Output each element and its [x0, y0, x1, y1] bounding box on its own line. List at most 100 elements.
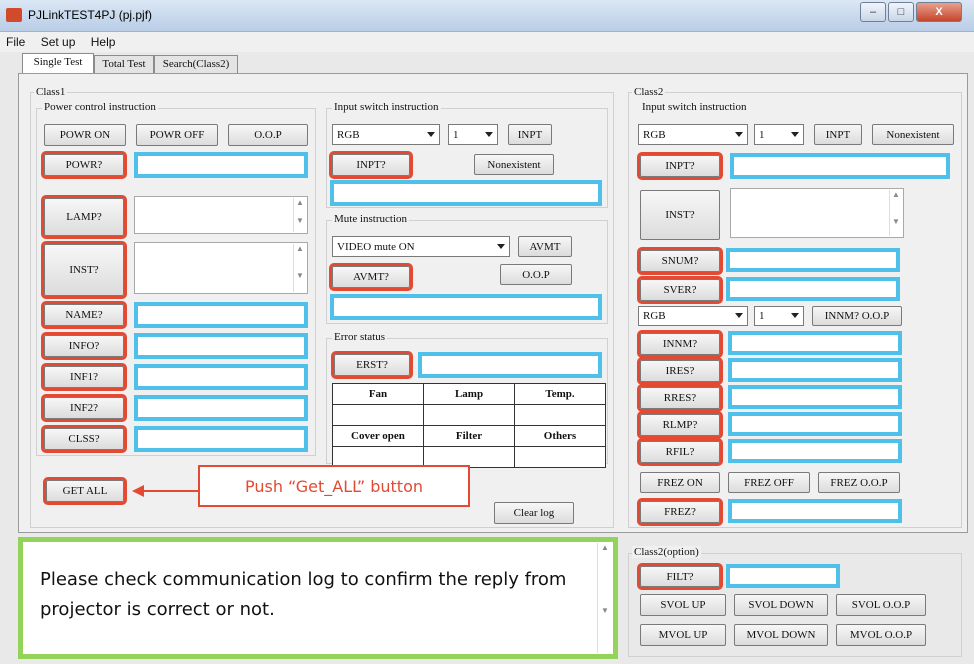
inpt-query-button[interactable]: INPT?: [329, 151, 413, 179]
inf2-result-field[interactable]: [134, 395, 308, 421]
innm-result-field[interactable]: [728, 331, 902, 355]
avmt-button[interactable]: AVMT: [518, 236, 572, 257]
frez-off-button[interactable]: FREZ OFF: [728, 472, 810, 493]
info-result-field[interactable]: [134, 333, 308, 359]
powr-off-button[interactable]: POWR OFF: [136, 124, 218, 146]
maximize-button[interactable]: □: [888, 2, 914, 22]
ires-result-field[interactable]: [728, 358, 902, 382]
inf1-query-button[interactable]: INF1?: [41, 363, 127, 391]
class2-inpt-button[interactable]: INPT: [814, 124, 862, 145]
ires-query-button[interactable]: IRES?: [637, 357, 723, 385]
error-cell: [423, 404, 515, 426]
class2-inpt-query-button[interactable]: INPT?: [637, 152, 723, 180]
rfil-query-button[interactable]: RFIL?: [637, 438, 723, 466]
lamp-result-field[interactable]: ▲ ▼: [134, 196, 308, 234]
erst-query-button[interactable]: ERST?: [331, 351, 413, 379]
error-header-lamp: Lamp: [423, 383, 515, 405]
frez-oop-button[interactable]: FREZ O.O.P: [818, 472, 900, 493]
sver-query-button[interactable]: SVER?: [637, 276, 723, 304]
input-switch-label: Input switch instruction: [332, 101, 441, 113]
menu-bar: File Set up Help: [0, 32, 974, 52]
menu-file[interactable]: File: [0, 32, 31, 49]
power-label: Power control instruction: [42, 101, 158, 113]
clear-log-button[interactable]: Clear log: [494, 502, 574, 524]
chevron-down-icon: [735, 131, 743, 137]
scroll-arrows-icon[interactable]: ▲ ▼: [293, 198, 306, 232]
error-header-others: Others: [514, 425, 606, 447]
scroll-arrows-icon[interactable]: ▲ ▼: [293, 244, 306, 292]
svol-oop-button[interactable]: SVOL O.O.P: [836, 594, 926, 616]
lamp-query-button[interactable]: LAMP?: [41, 195, 127, 239]
error-header-cover-open: Cover open: [332, 425, 424, 447]
scroll-arrows-icon[interactable]: ▲ ▼: [889, 190, 902, 236]
snum-result-field[interactable]: [726, 248, 900, 272]
get-all-callout: Push “Get_ALL” button: [198, 465, 470, 507]
tab-single-test[interactable]: Single Test: [22, 53, 94, 74]
tab-total-test[interactable]: Total Test: [94, 55, 154, 73]
rres-query-button[interactable]: RRES?: [637, 384, 723, 412]
inf2-query-button[interactable]: INF2?: [41, 394, 127, 422]
innm-query-button[interactable]: INNM?: [637, 330, 723, 358]
inpt-result-field[interactable]: [330, 180, 602, 206]
clss-result-field[interactable]: [134, 426, 308, 452]
chevron-down-icon: [497, 243, 505, 249]
class2-inpt-result-field[interactable]: [730, 153, 950, 179]
minimize-button[interactable]: –: [860, 2, 886, 22]
class2-source-select[interactable]: RGB: [638, 124, 748, 145]
close-button[interactable]: X: [916, 2, 962, 22]
class2-inst-result-field[interactable]: ▲ ▼: [730, 188, 904, 238]
rfil-result-field[interactable]: [728, 439, 902, 463]
rlmp-query-button[interactable]: RLMP?: [637, 411, 723, 439]
sver-result-field[interactable]: [726, 277, 900, 301]
snum-query-button[interactable]: SNUM?: [637, 247, 723, 275]
inpt-button[interactable]: INPT: [508, 124, 552, 145]
svol-up-button[interactable]: SVOL UP: [640, 594, 726, 616]
tab-search-class2[interactable]: Search(Class2): [154, 55, 238, 73]
filt-query-button[interactable]: FILT?: [637, 563, 723, 590]
powr-result-field[interactable]: [134, 152, 308, 178]
frez-result-field[interactable]: [728, 499, 902, 523]
info-query-button[interactable]: INFO?: [41, 332, 127, 360]
inst-query-button[interactable]: INST?: [41, 241, 127, 299]
inf1-result-field[interactable]: [134, 364, 308, 390]
class2-number-value: 1: [759, 128, 765, 141]
menu-help[interactable]: Help: [85, 32, 122, 49]
input-nonexistent-button[interactable]: Nonexistent: [474, 154, 554, 175]
class1-label: Class1: [34, 86, 68, 98]
mvol-oop-button[interactable]: MVOL O.O.P: [836, 624, 926, 646]
rlmp-result-field[interactable]: [728, 412, 902, 436]
innm-source-select[interactable]: RGB: [638, 306, 748, 326]
class2-nonexistent-button[interactable]: Nonexistent: [872, 124, 954, 145]
mute-oop-button[interactable]: O.O.P: [500, 264, 572, 285]
input-number-select[interactable]: 1: [448, 124, 498, 145]
mute-mode-select[interactable]: VIDEO mute ON: [332, 236, 510, 257]
clss-query-button[interactable]: CLSS?: [41, 425, 127, 453]
title-bar: PJLinkTEST4PJ (pj.pjf) – □ X: [0, 0, 974, 32]
innm-oop-button[interactable]: INNM? O.O.P: [812, 306, 902, 326]
erst-result-field[interactable]: [418, 352, 602, 378]
frez-on-button[interactable]: FREZ ON: [640, 472, 720, 493]
class2-inst-query-button[interactable]: INST?: [640, 190, 720, 240]
powr-on-button[interactable]: POWR ON: [44, 124, 126, 146]
power-oop-button[interactable]: O.O.P: [228, 124, 308, 146]
avmt-query-button[interactable]: AVMT?: [329, 263, 413, 291]
inst-result-field[interactable]: ▲ ▼: [134, 242, 308, 294]
name-query-button[interactable]: NAME?: [41, 301, 127, 329]
rres-result-field[interactable]: [728, 385, 902, 409]
innm-number-value: 1: [759, 310, 765, 322]
class2-input-label: Input switch instruction: [640, 101, 749, 113]
frez-query-button[interactable]: FREZ?: [637, 498, 723, 526]
innm-number-select[interactable]: 1: [754, 306, 804, 326]
mvol-down-button[interactable]: MVOL DOWN: [734, 624, 828, 646]
input-source-select[interactable]: RGB: [332, 124, 440, 145]
class2-number-select[interactable]: 1: [754, 124, 804, 145]
svol-down-button[interactable]: SVOL DOWN: [734, 594, 828, 616]
chevron-down-icon: [791, 313, 799, 318]
menu-setup[interactable]: Set up: [35, 32, 82, 49]
avmt-result-field[interactable]: [330, 294, 602, 320]
powr-query-button[interactable]: POWR?: [41, 151, 127, 179]
get-all-button[interactable]: GET ALL: [43, 477, 127, 505]
name-result-field[interactable]: [134, 302, 308, 328]
filt-result-field[interactable]: [726, 564, 840, 588]
mvol-up-button[interactable]: MVOL UP: [640, 624, 726, 646]
